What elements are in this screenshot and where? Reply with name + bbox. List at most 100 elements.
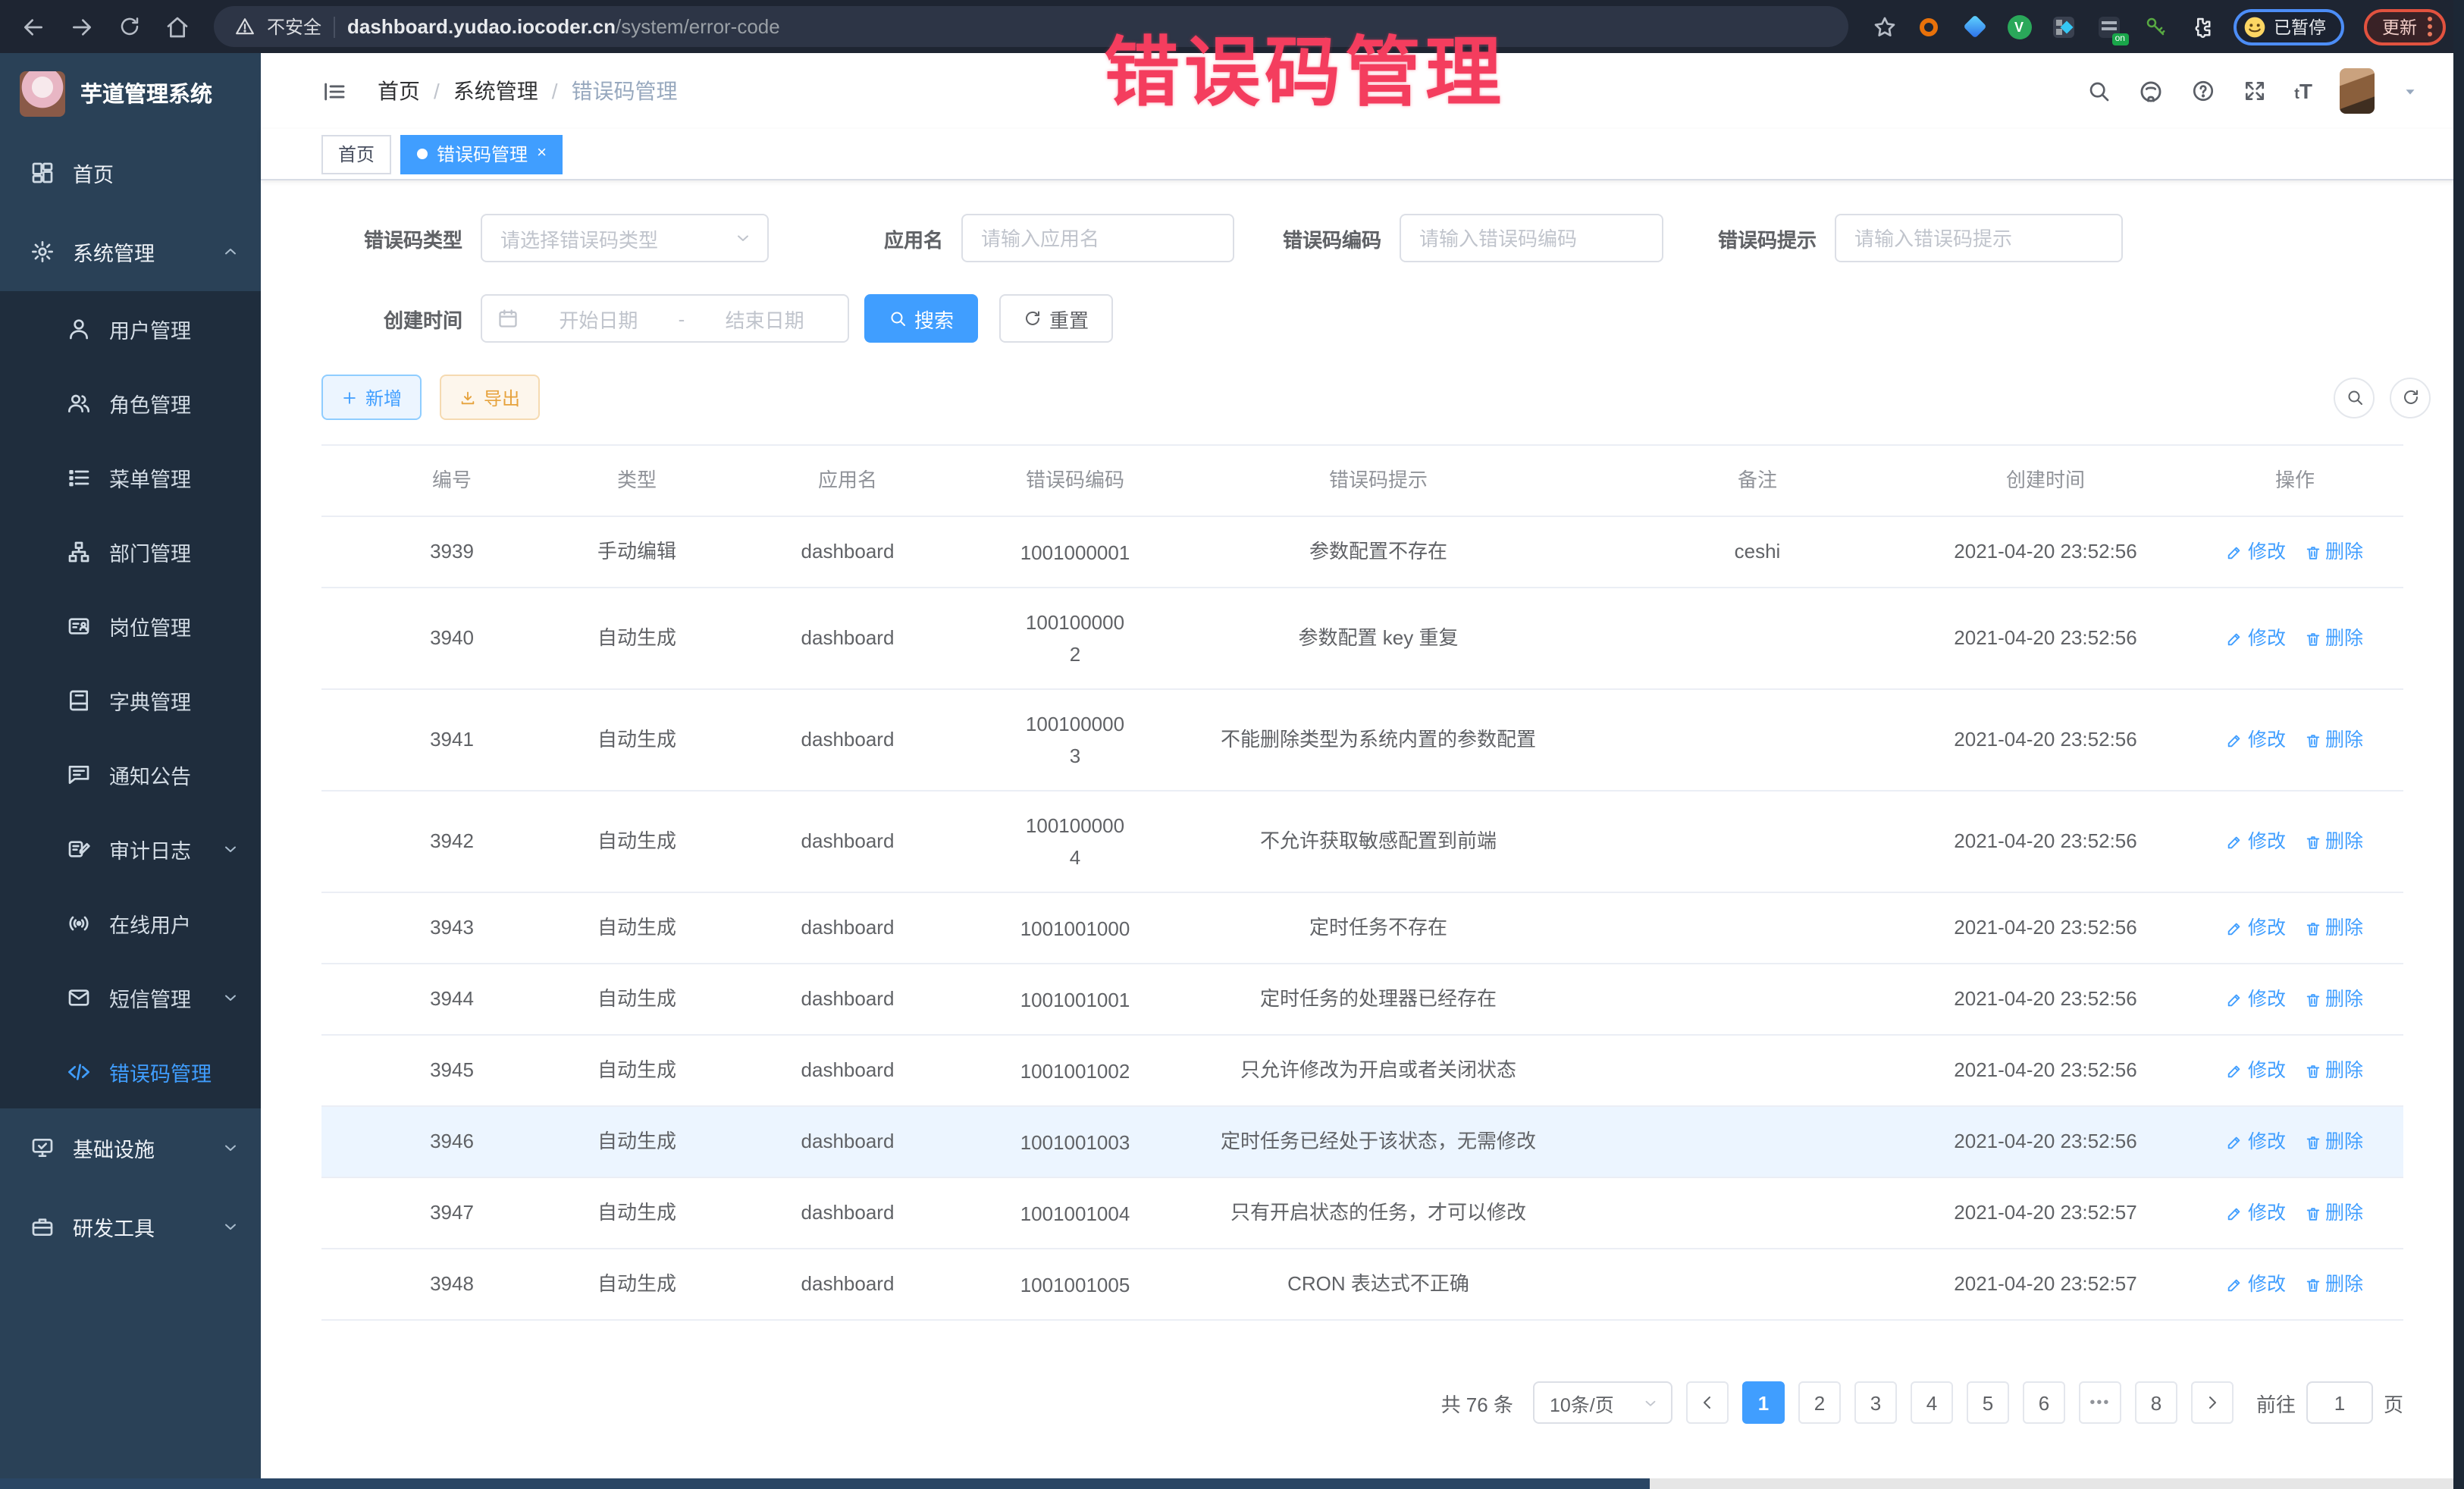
help-icon[interactable] [2191,79,2215,103]
delete-link[interactable]: 删除 [2304,1054,2363,1087]
edit-link[interactable]: 修改 [2227,1054,2286,1087]
app-logo-row[interactable]: 芋道管理系统 [0,53,261,133]
edit-link[interactable]: 修改 [2227,1196,2286,1230]
export-button[interactable]: 导出 [440,375,540,420]
error-message-input[interactable] [1835,214,2123,262]
edit-link[interactable]: 修改 [2227,911,2286,945]
sidebar-item-部门管理[interactable]: 部门管理 [0,514,261,588]
sidebar-item-研发工具[interactable]: 研发工具 [0,1187,261,1266]
table-row[interactable]: 3940自动生成dashboard1001000002参数配置 key 重复20… [321,588,2403,690]
extension-icon-list[interactable]: on [2096,14,2122,39]
sidebar-item-字典管理[interactable]: 字典管理 [0,663,261,737]
paused-extension-pill[interactable]: 已暂停 [2233,8,2344,45]
home-icon[interactable] [165,14,190,39]
delete-link[interactable]: 删除 [2304,535,2363,569]
vertical-scrollbar[interactable] [2453,0,2464,1489]
extension-icon-vue-devtools[interactable]: V [2007,14,2031,39]
sidebar-item-在线用户[interactable]: 在线用户 [0,886,261,960]
table-row[interactable]: 3941自动生成dashboard1001000003不能删除类型为系统内置的参… [321,690,2403,792]
table-row[interactable]: 3946自动生成dashboard1001001003定时任务已经处于该状态，无… [321,1107,2403,1178]
sidebar-item-首页[interactable]: 首页 [0,133,261,212]
edit-link[interactable]: 修改 [2227,723,2286,757]
delete-link[interactable]: 删除 [2304,622,2363,655]
table-row[interactable]: 3943自动生成dashboard1001001000定时任务不存在2021-0… [321,893,2403,964]
page-button-2[interactable]: 2 [1798,1381,1841,1424]
page-button-6[interactable]: 6 [2023,1381,2065,1424]
sidebar-item-岗位管理[interactable]: 岗位管理 [0,588,261,663]
delete-link[interactable]: 删除 [2304,1125,2363,1158]
date-range-picker[interactable]: 开始日期 - 结束日期 [481,294,849,343]
browser-update-button[interactable]: 更新 [2364,8,2446,45]
page-button-1[interactable]: 1 [1742,1381,1785,1424]
error-code-input[interactable] [1400,214,1663,262]
edit-link[interactable]: 修改 [2227,1268,2286,1301]
page-size-select[interactable]: 10条/页 [1533,1381,1672,1424]
next-page-button[interactable] [2191,1381,2234,1424]
table-row[interactable]: 3948自动生成dashboard1001001005CRON 表达式不正确20… [321,1249,2403,1321]
page-button-4[interactable]: 4 [1911,1381,1953,1424]
delete-link[interactable]: 删除 [2304,1196,2363,1230]
more-pages-button[interactable]: ••• [2079,1381,2121,1424]
table-row[interactable]: 3944自动生成dashboard1001001001定时任务的处理器已经存在2… [321,964,2403,1036]
tab-home[interactable]: 首页 [321,134,391,174]
tab-close-icon[interactable]: × [537,146,547,162]
delete-link[interactable]: 删除 [2304,723,2363,757]
edit-link[interactable]: 修改 [2227,1125,2286,1158]
user-avatar[interactable] [2340,68,2375,114]
extension-icon-key[interactable] [2142,14,2168,39]
tab-error-code[interactable]: 错误码管理 × [400,134,563,174]
page-button-5[interactable]: 5 [1967,1381,2009,1424]
page-button-3[interactable]: 3 [1854,1381,1897,1424]
extension-icon-blue-gem[interactable] [1961,14,1987,39]
user-menu-caret-icon[interactable] [2402,83,2419,99]
edit-link[interactable]: 修改 [2227,535,2286,569]
fullscreen-icon[interactable] [2243,79,2267,103]
browser-menu-dots-icon[interactable] [2428,17,2432,36]
sidebar-item-错误码管理[interactable]: 错误码管理 [0,1034,261,1108]
address-bar[interactable]: 不安全 dashboard.yudao.iocoder.cn/system/er… [214,6,1848,47]
font-size-icon[interactable]: tT [2294,79,2312,103]
table-row[interactable]: 3939手动编辑dashboard1001000001参数配置不存在ceshi2… [321,517,2403,588]
horizontal-scrollbar-thumb[interactable] [0,1478,1650,1489]
table-row[interactable]: 3942自动生成dashboard1001000004不允许获取敏感配置到前端2… [321,792,2403,893]
breadcrumb-item[interactable]: 系统管理 [453,76,538,106]
table-row[interactable]: 3947自动生成dashboard1001001004只有开启状态的任务，才可以… [321,1178,2403,1249]
extension-icon-grid[interactable] [2051,14,2077,39]
sidebar-item-审计日志[interactable]: 审计日志 [0,811,261,886]
breadcrumb-item[interactable]: 首页 [378,76,420,106]
delete-link[interactable]: 删除 [2304,825,2363,858]
extensions-puzzle-icon[interactable] [2187,14,2213,39]
sidebar-item-菜单管理[interactable]: 菜单管理 [0,440,261,514]
sidebar-item-通知公告[interactable]: 通知公告 [0,737,261,811]
table-row[interactable]: 3945自动生成dashboard1001001002只允许修改为开启或者关闭状… [321,1036,2403,1107]
search-icon[interactable] [2086,79,2111,103]
back-icon[interactable] [21,14,45,39]
delete-link[interactable]: 删除 [2304,1268,2363,1301]
delete-link[interactable]: 删除 [2304,983,2363,1016]
edit-link[interactable]: 修改 [2227,983,2286,1016]
edit-link[interactable]: 修改 [2227,825,2286,858]
sidebar-fold-icon[interactable] [321,78,347,104]
extension-icon-orange-ring[interactable] [1916,14,1942,39]
bookmark-star-icon[interactable] [1872,14,1896,39]
delete-link[interactable]: 删除 [2304,911,2363,945]
toggle-search-button[interactable] [2334,377,2375,418]
add-button[interactable]: 新增 [321,375,422,420]
search-button[interactable]: 搜索 [864,294,978,343]
sidebar-item-角色管理[interactable]: 角色管理 [0,365,261,440]
sidebar-item-短信管理[interactable]: 短信管理 [0,960,261,1034]
goto-page-input[interactable] [2306,1381,2373,1424]
app-name-input[interactable] [961,214,1234,262]
prev-page-button[interactable] [1686,1381,1729,1424]
sidebar-item-用户管理[interactable]: 用户管理 [0,291,261,365]
error-type-select[interactable]: 请选择错误码类型 [481,214,769,262]
reset-button[interactable]: 重置 [999,294,1113,343]
edit-link[interactable]: 修改 [2227,622,2286,655]
sidebar-item-基础设施[interactable]: 基础设施 [0,1108,261,1187]
page-button-8[interactable]: 8 [2135,1381,2177,1424]
reload-icon[interactable] [118,15,141,38]
sidebar-item-系统管理[interactable]: 系统管理 [0,212,261,291]
refresh-table-button[interactable] [2390,377,2431,418]
forward-icon[interactable] [70,14,94,39]
github-icon[interactable] [2138,78,2164,104]
